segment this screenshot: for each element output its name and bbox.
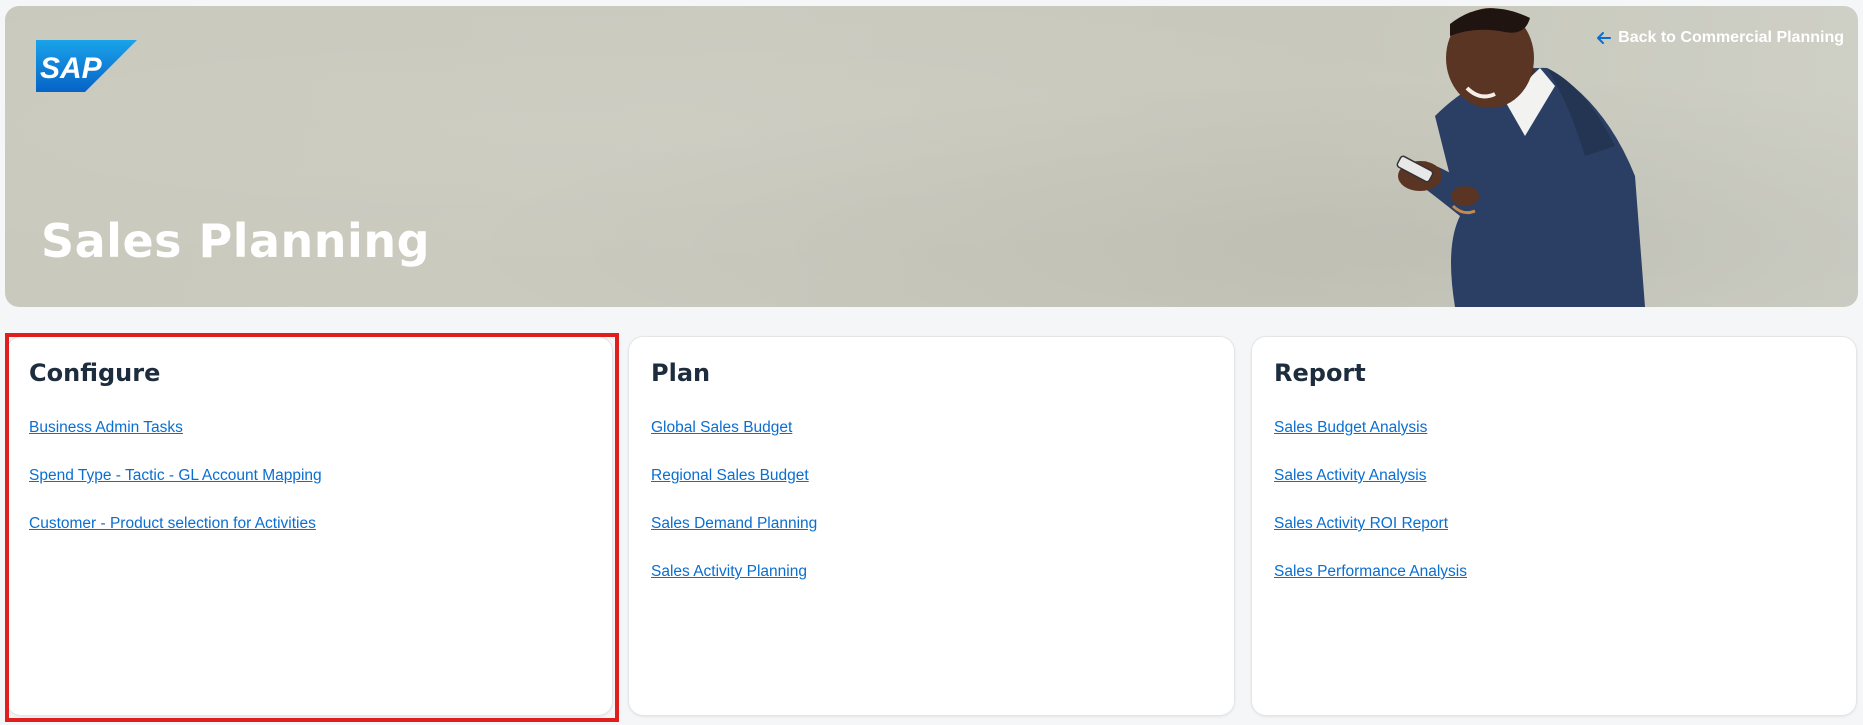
link-spend-type-gl-mapping[interactable]: Spend Type - Tactic - GL Account Mapping <box>29 465 590 487</box>
link-business-admin-tasks[interactable]: Business Admin Tasks <box>29 417 590 439</box>
link-sales-budget-analysis[interactable]: Sales Budget Analysis <box>1274 417 1834 439</box>
link-sales-demand-planning[interactable]: Sales Demand Planning <box>651 513 1212 535</box>
link-global-sales-budget[interactable]: Global Sales Budget <box>651 417 1212 439</box>
hero-person-image <box>1396 8 1645 307</box>
configure-card-title: Configure <box>29 359 161 387</box>
link-sales-activity-roi-report[interactable]: Sales Activity ROI Report <box>1274 513 1834 535</box>
report-card-title: Report <box>1274 359 1366 387</box>
link-customer-product-selection[interactable]: Customer - Product selection for Activit… <box>29 513 590 535</box>
link-sales-performance-analysis[interactable]: Sales Performance Analysis <box>1274 561 1834 583</box>
configure-card: Configure Business Admin Tasks Spend Typ… <box>7 337 612 715</box>
page-title: Sales Planning <box>41 214 430 268</box>
plan-card: Plan Global Sales Budget Regional Sales … <box>629 337 1234 715</box>
hero-banner: SAP Back to Commercial Planning Sales Pl… <box>5 6 1858 307</box>
plan-card-title: Plan <box>651 359 711 387</box>
sap-logo: SAP <box>36 40 137 92</box>
link-sales-activity-analysis[interactable]: Sales Activity Analysis <box>1274 465 1834 487</box>
back-link-label: Back to Commercial Planning <box>1618 29 1844 46</box>
link-sales-activity-planning[interactable]: Sales Activity Planning <box>651 561 1212 583</box>
svg-text:SAP: SAP <box>40 52 103 85</box>
report-card: Report Sales Budget Analysis Sales Activ… <box>1252 337 1856 715</box>
link-regional-sales-budget[interactable]: Regional Sales Budget <box>651 465 1212 487</box>
